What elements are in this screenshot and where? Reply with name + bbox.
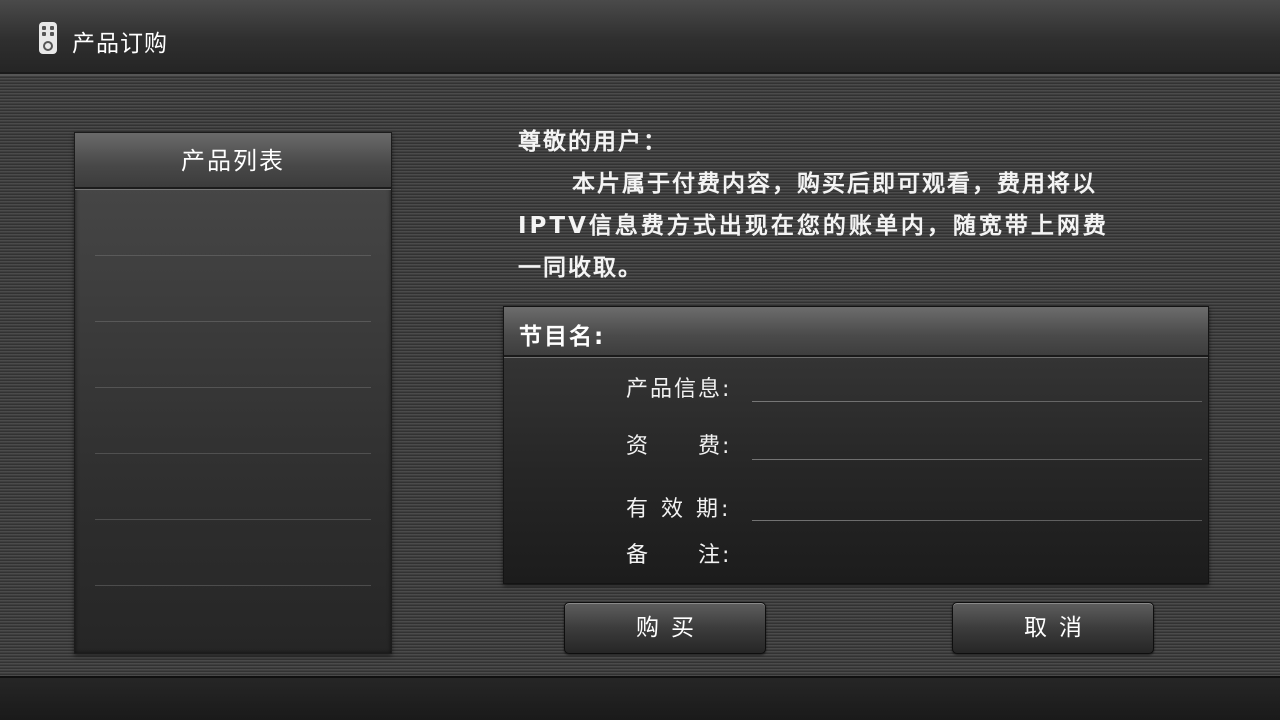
product-list-panel: 产品列表 bbox=[74, 132, 392, 654]
fee-label: 资 费: bbox=[626, 434, 732, 459]
program-name-label: 节目名: bbox=[519, 324, 606, 350]
validity-underline bbox=[752, 520, 1202, 521]
program-name-header: 节目名: bbox=[504, 307, 1208, 357]
product-list-title: 产品列表 bbox=[75, 133, 391, 189]
notice-line-1: 本片属于付费内容，购买后即可观看，费用将以 bbox=[572, 171, 1097, 197]
remote-control-icon bbox=[39, 22, 57, 54]
page-title: 产品订购 bbox=[72, 31, 168, 57]
list-item[interactable] bbox=[95, 189, 371, 256]
footer-bar bbox=[0, 676, 1280, 720]
product-info-label: 产品信息: bbox=[626, 377, 732, 402]
product-info-box: 节目名: 产品信息: 资 费: 有 效 期: 备 注: bbox=[503, 306, 1209, 584]
notice-line-3: 一同收取。 bbox=[518, 255, 643, 281]
product-info-underline bbox=[752, 401, 1202, 402]
notice-greeting: 尊敬的用户： bbox=[518, 129, 668, 155]
list-item[interactable] bbox=[95, 453, 371, 520]
product-list bbox=[75, 189, 391, 653]
remark-label: 备 注: bbox=[626, 543, 732, 568]
cancel-button[interactable]: 取消 bbox=[952, 602, 1154, 654]
list-item[interactable] bbox=[95, 387, 371, 454]
notice-line-2: IPTV信息费方式出现在您的账单内，随宽带上网费 bbox=[518, 213, 1109, 239]
list-item[interactable] bbox=[95, 321, 371, 388]
validity-label: 有 效 期: bbox=[626, 497, 732, 522]
fee-underline bbox=[752, 459, 1202, 460]
list-item[interactable] bbox=[95, 255, 371, 322]
header-bar: 产品订购 bbox=[0, 0, 1280, 76]
list-item[interactable] bbox=[95, 519, 371, 586]
buy-button[interactable]: 购买 bbox=[564, 602, 766, 654]
